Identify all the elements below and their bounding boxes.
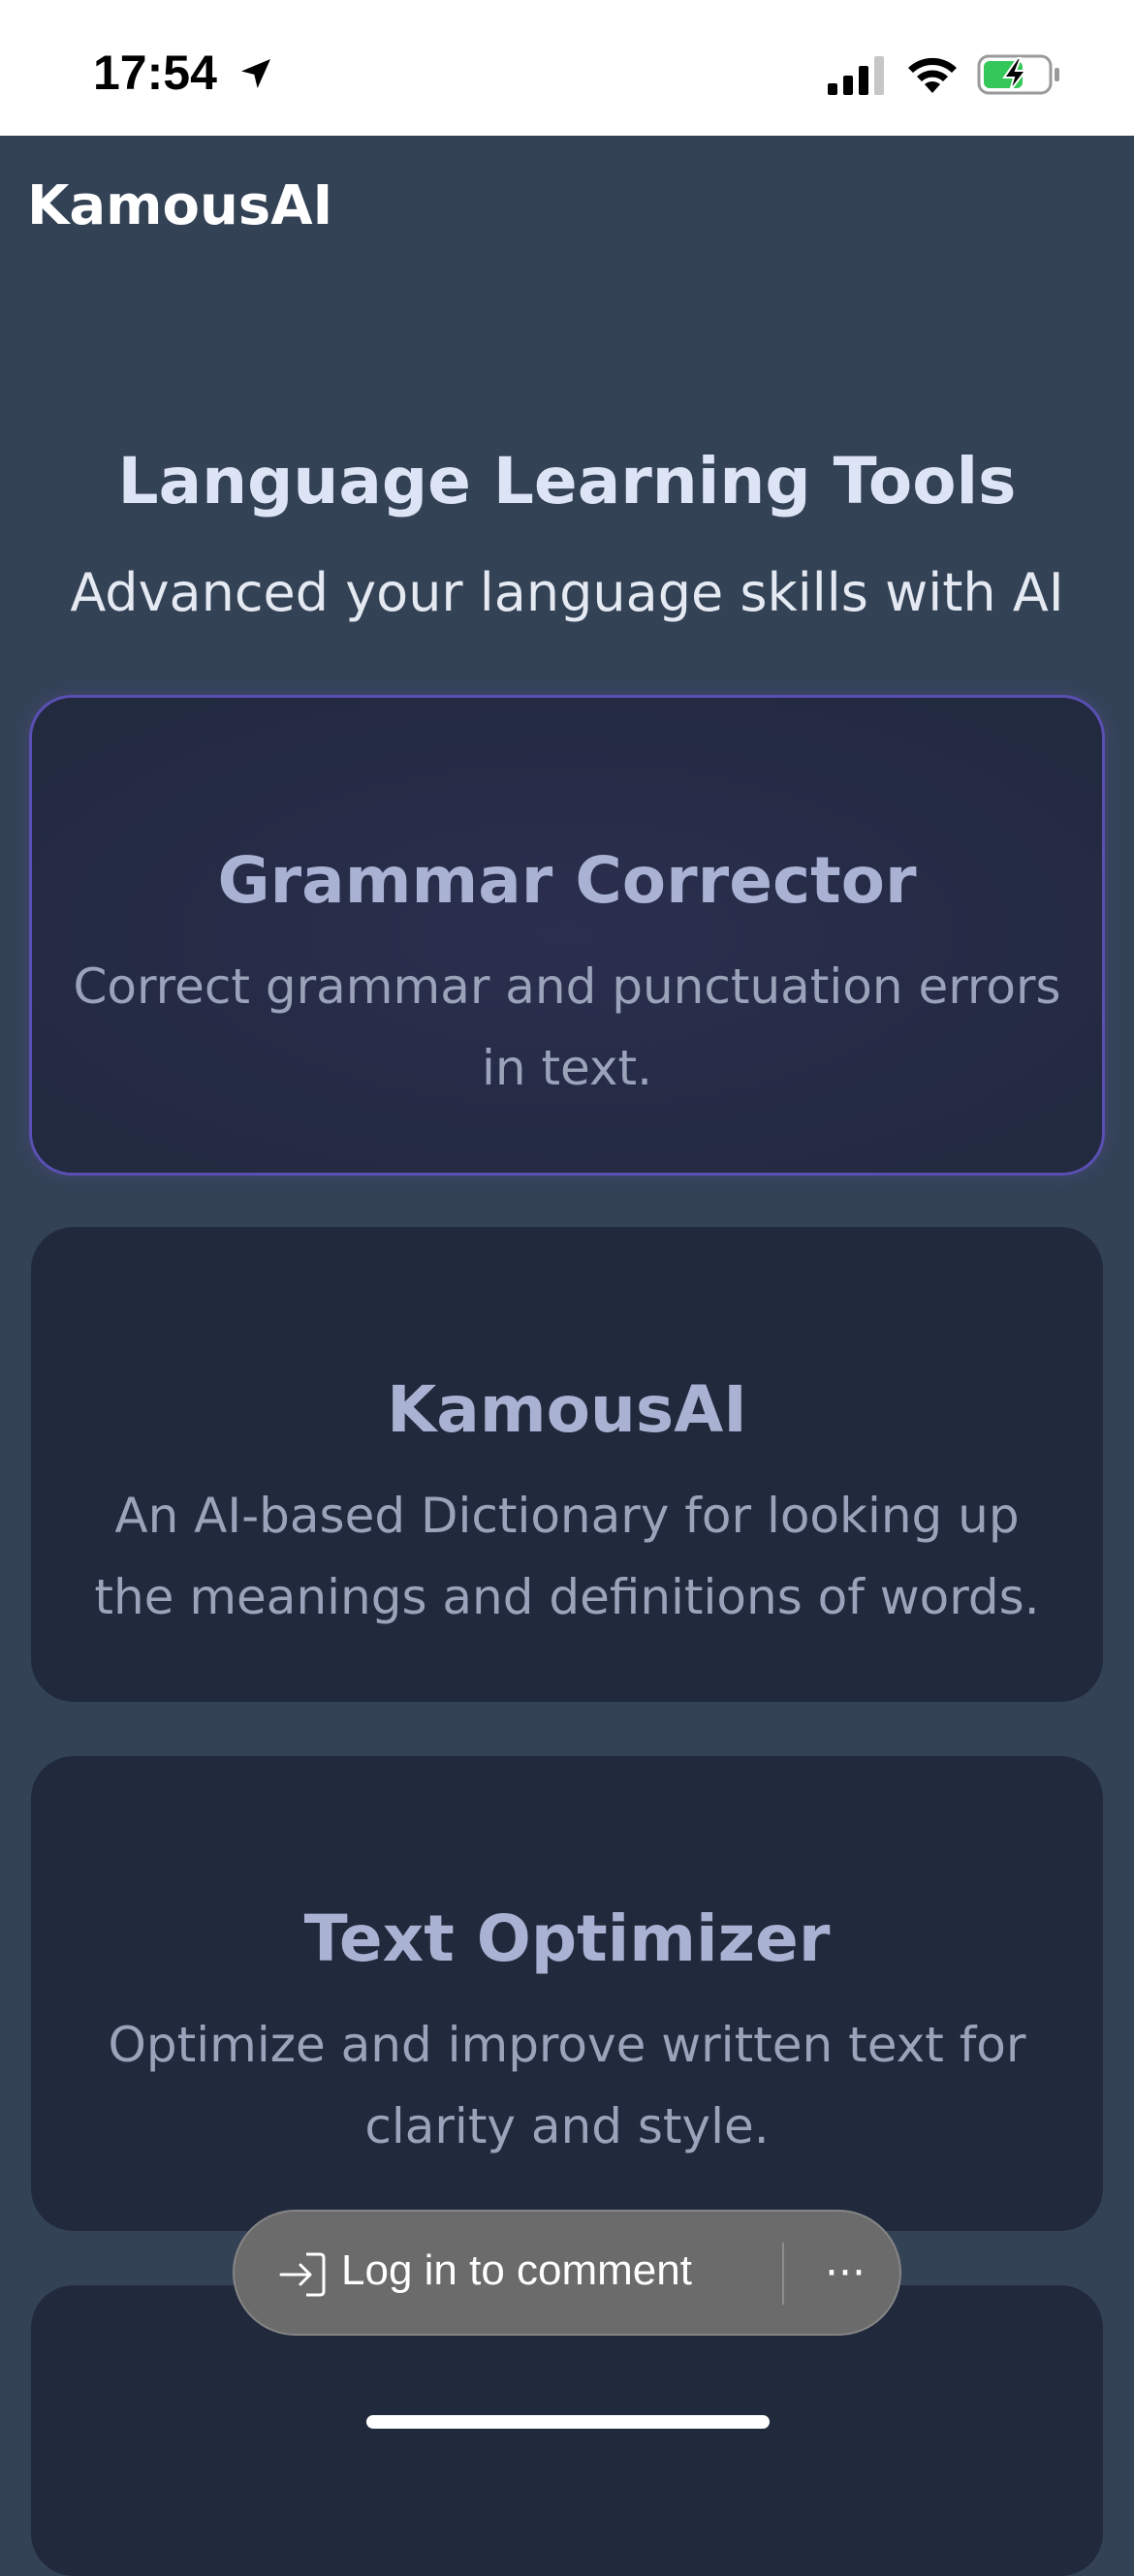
tool-card-kamousai[interactable]: KamousAI An AI-based Dictionary for look… [31, 1227, 1103, 1702]
status-bar: 17:54 [0, 0, 1134, 136]
brand-logo-text[interactable]: KamousAI [27, 174, 332, 237]
tool-card-description: An AI-based Dictionary for looking up th… [94, 1488, 1040, 1625]
page-title: Language Learning Tools [117, 444, 1017, 518]
app-header: KamousAI [0, 136, 1134, 281]
login-arrow-icon[interactable] [277, 2250, 328, 2299]
pill-divider [782, 2243, 784, 2305]
tool-card-text-optimizer[interactable]: Text Optimizer Optimize and improve writ… [31, 1756, 1103, 2231]
login-to-comment-button[interactable]: Log in to comment [341, 2246, 692, 2295]
more-horizontal-icon[interactable]: ··· [816, 2246, 874, 2301]
location-arrow-icon [241, 59, 270, 88]
cellular-signal-icon [828, 56, 884, 95]
status-time: 17:54 [93, 46, 217, 100]
tool-card-description: Optimize and improve written text for cl… [108, 2017, 1026, 2154]
tool-card-description: Correct grammar and punctuation errors i… [73, 958, 1061, 1096]
home-indicator[interactable] [366, 2415, 770, 2429]
tool-card-title: KamousAI [387, 1372, 747, 1447]
tool-card-grammar-corrector[interactable]: Grammar Corrector Correct grammar and pu… [29, 695, 1105, 1176]
wifi-icon [908, 57, 957, 93]
tool-card-title: Text Optimizer [303, 1901, 831, 1976]
page-subtitle: Advanced your language skills with AI [70, 562, 1064, 623]
comment-bar: Log in to comment ··· [233, 2210, 901, 2336]
tool-card-title: Grammar Corrector [217, 843, 917, 918]
battery-charging-icon [977, 54, 1059, 95]
